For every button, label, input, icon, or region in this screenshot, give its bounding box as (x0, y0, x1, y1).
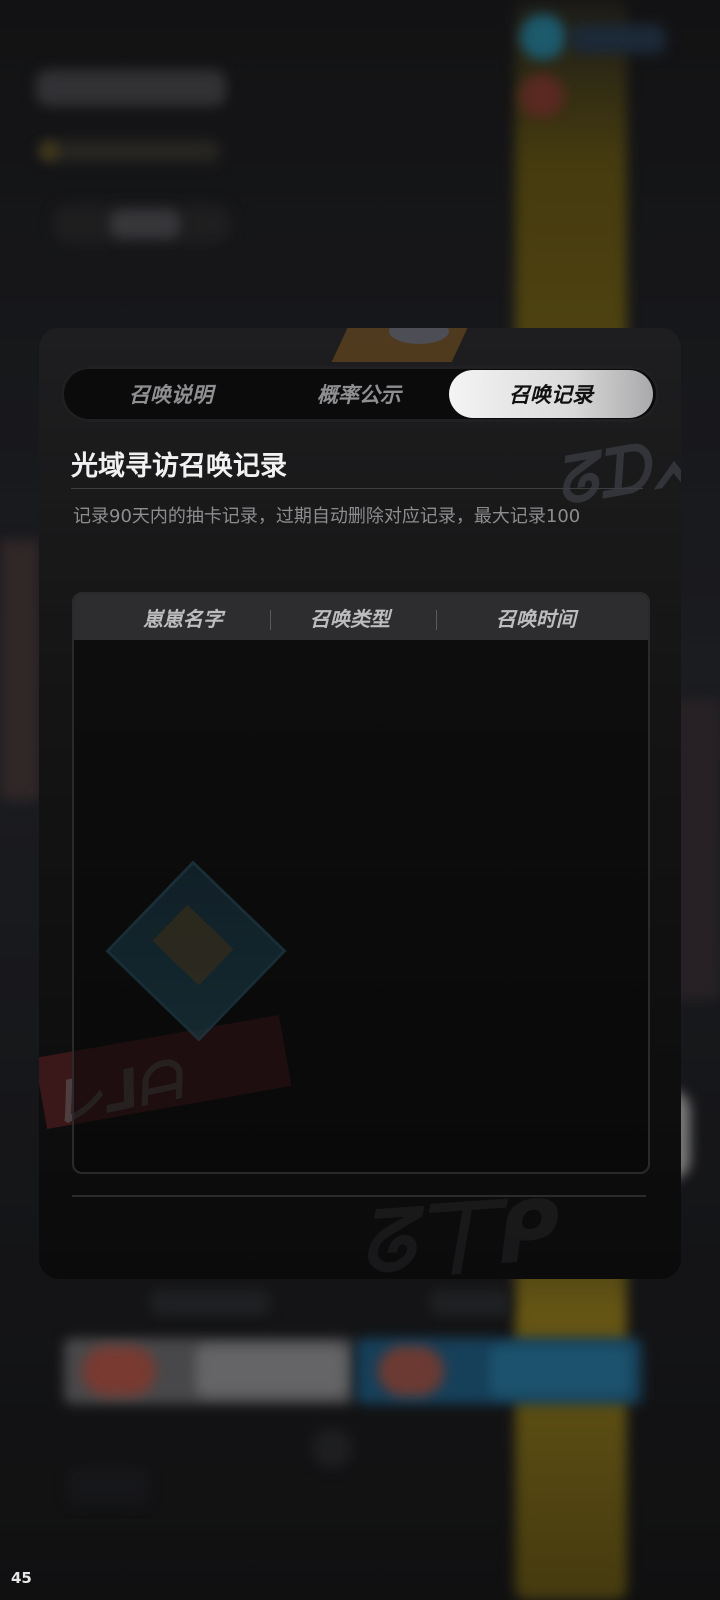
bottom-divider (72, 1195, 646, 1197)
tab-summon-description[interactable]: 召唤说明 (69, 370, 273, 418)
column-header-type: 召唤类型 (310, 606, 390, 631)
column-header-name: 崽崽名字 (143, 606, 223, 631)
summon-record-dialog: ᘔᗪᖽ レ⅃ᗩ ᘔ丅ᑭ 召唤说明 概率公示 召唤记录 光域寻访召唤记录 记录90… (39, 328, 681, 1279)
graffiti-decoration-bottom: ᘔ丅ᑭ (356, 1181, 564, 1279)
app-screen: ᘔᗪᖽ レ⅃ᗩ ᘔ丅ᑭ 召唤说明 概率公示 召唤记录 光域寻访召唤记录 记录90… (0, 0, 720, 1600)
tab-summon-record[interactable]: 召唤记录 (449, 370, 653, 418)
record-table: 崽崽名字 召唤类型 召唤时间 (72, 592, 650, 1174)
column-header-time: 召唤时间 (496, 606, 576, 631)
frame-counter: 45 (11, 1569, 32, 1587)
table-header: 崽崽名字 召唤类型 召唤时间 (74, 594, 648, 640)
title-divider (71, 488, 643, 489)
record-title: 光域寻访召唤记录 (71, 451, 287, 482)
record-list[interactable] (74, 640, 648, 1170)
tab-bar: 召唤说明 概率公示 召唤记录 (61, 366, 659, 422)
record-description: 记录90天内的抽卡记录，过期自动删除对应记录，最大记录100 (73, 506, 581, 527)
tab-probability[interactable]: 概率公示 (257, 370, 461, 418)
